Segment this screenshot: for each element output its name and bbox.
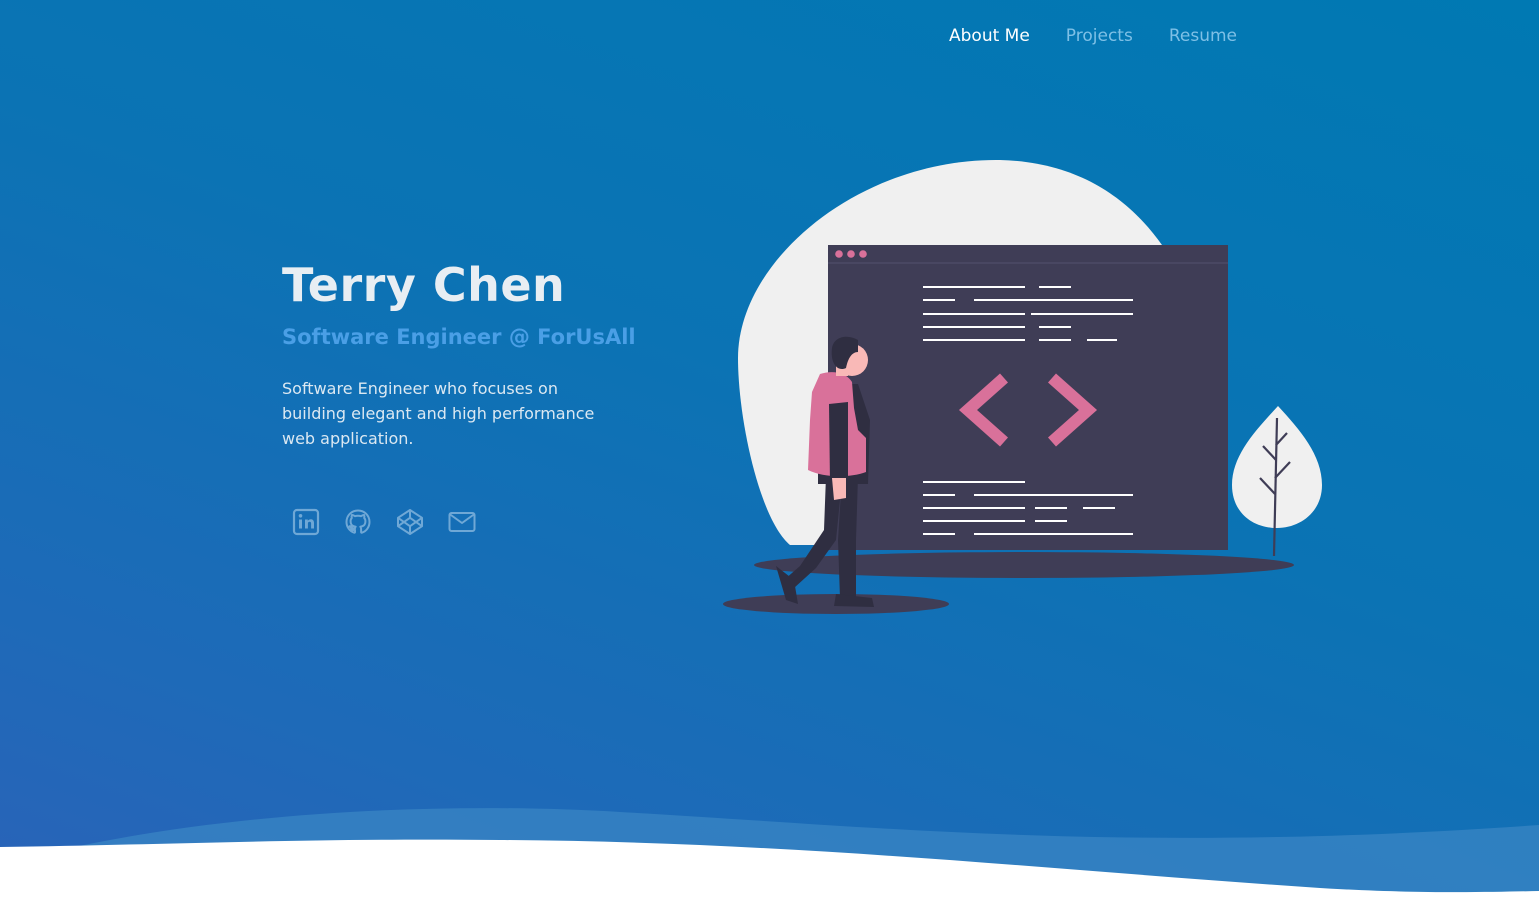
linkedin-icon[interactable] [291,507,321,537]
social-links [291,507,477,537]
window-shadow [754,552,1294,578]
window-dot-icon [859,250,867,258]
github-icon[interactable] [343,507,373,537]
window-dot-icon [847,250,855,258]
nav-resume[interactable]: Resume [1169,22,1237,50]
nav-projects[interactable]: Projects [1066,22,1133,50]
codepen-icon[interactable] [395,507,425,537]
window-dot-icon [835,250,843,258]
hero-intro: Terry Chen Software Engineer @ ForUsAll … [282,256,642,451]
hero-bio: Software Engineer who focuses on buildin… [282,379,595,448]
hero-role: Software Engineer @ ForUsAll [282,325,636,349]
hero-name: Terry Chen [282,258,566,312]
mail-icon[interactable] [447,507,477,537]
top-nav: About Me Projects Resume [949,22,1237,50]
code-window [828,245,1228,550]
developer-illustration [723,159,1322,614]
bottom-wave [0,808,1539,900]
nav-about-me[interactable]: About Me [949,22,1030,50]
